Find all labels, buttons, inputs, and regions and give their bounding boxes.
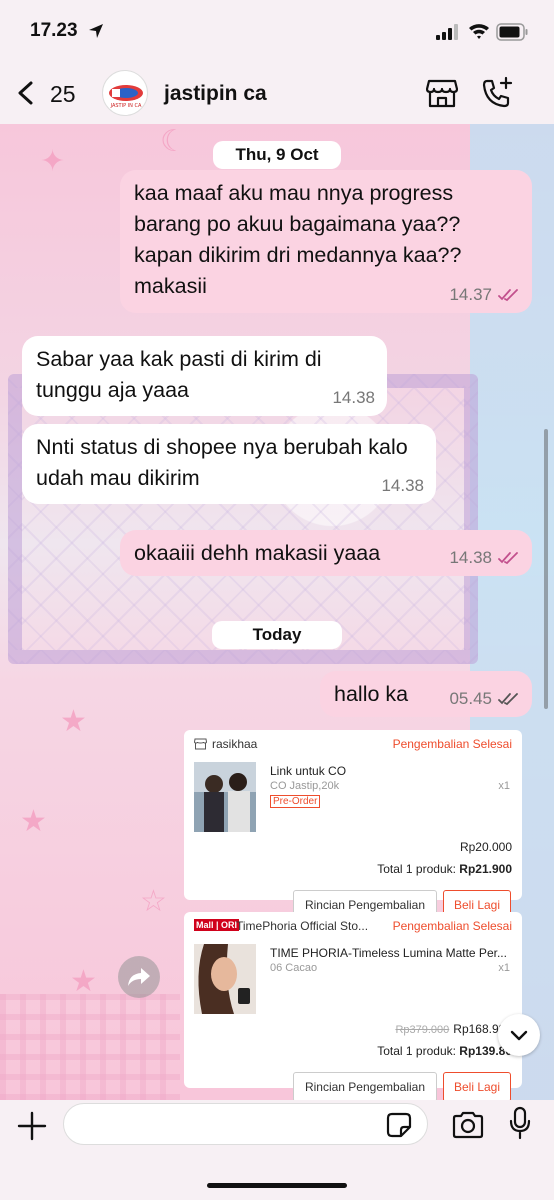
- order-card[interactable]: rasikhaa Pengembalian Selesai Link untuk…: [184, 730, 522, 920]
- read-ticks-icon: [498, 289, 518, 302]
- shop-icon[interactable]: [426, 78, 458, 108]
- product-variant: CO Jastip,20k: [270, 780, 340, 792]
- product-name: Link untuk CO: [270, 764, 347, 778]
- avatar-logo-icon: JASTIP IN CA: [109, 85, 143, 109]
- scrollbar[interactable]: [544, 429, 548, 709]
- home-indicator: [207, 1183, 347, 1188]
- wallpaper-plaid: [0, 994, 180, 1100]
- composer-bar: [0, 1100, 554, 1200]
- product-quantity: x1: [498, 962, 510, 974]
- microphone-icon[interactable]: [508, 1106, 532, 1140]
- date-separator: Thu, 9 Oct: [213, 141, 341, 169]
- order-status: Pengembalian Selesai: [392, 737, 512, 751]
- moon-decoration: ☾: [160, 125, 187, 158]
- product-thumbnail[interactable]: [194, 944, 256, 1014]
- status-bar: 17.23: [0, 0, 554, 62]
- chat-header: 25 JASTIP IN CA jastipin ca: [0, 62, 554, 124]
- total-label: Total 1 produk:: [377, 1044, 456, 1058]
- contact-name[interactable]: jastipin ca: [164, 82, 267, 106]
- plus-icon[interactable]: [16, 1110, 48, 1142]
- battery-icon: [496, 23, 528, 41]
- message-bubble-outgoing[interactable]: hallo ka 05.45: [320, 671, 532, 717]
- order-card[interactable]: Mall | ORI TimePhoria Official Sto... Pe…: [184, 912, 522, 1100]
- preorder-badge: Pre-Order: [270, 795, 321, 808]
- forward-arrow-icon: [128, 968, 150, 986]
- read-ticks-icon: [498, 552, 518, 565]
- product-thumbnail[interactable]: [194, 762, 256, 832]
- original-price: Rp379.000: [395, 1024, 450, 1036]
- store-name[interactable]: TimePhoria Official Sto...: [236, 919, 386, 933]
- product-name: TIME PHORIA-Timeless Lumina Matte Per...: [270, 946, 507, 960]
- message-time: 14.37: [449, 285, 492, 304]
- date-separator: Today: [212, 621, 342, 649]
- buy-again-button[interactable]: Beli Lagi: [443, 1072, 511, 1100]
- message-bubble-incoming[interactable]: Sabar yaa kak pasti di kirim di tunggu a…: [22, 336, 387, 416]
- avatar-logo-text: JASTIP IN CA: [110, 103, 142, 109]
- store-name[interactable]: rasikhaa: [212, 737, 257, 751]
- order-status: Pengembalian Selesai: [392, 919, 512, 933]
- product-quantity: x1: [498, 780, 510, 792]
- star-decoration: ★: [60, 705, 87, 738]
- message-time: 14.38: [381, 476, 424, 495]
- chevron-down-icon: [510, 1030, 528, 1041]
- forward-button[interactable]: [118, 956, 160, 998]
- product-variant: 06 Cacao: [270, 962, 318, 974]
- back-chevron-icon[interactable]: [14, 80, 38, 106]
- message-bubble-outgoing[interactable]: okaaiii dehh makasii yaaa 14.38: [120, 530, 532, 576]
- unread-count[interactable]: 25: [50, 81, 76, 108]
- star-decoration: ☆: [140, 885, 167, 918]
- message-bubble-outgoing[interactable]: kaa maaf aku mau nnya progress barang po…: [120, 170, 532, 313]
- mall-badge: Mall | ORI: [194, 919, 240, 931]
- clock: 17.23: [30, 20, 78, 41]
- message-bubble-incoming[interactable]: Nnti status di shopee nya berubah kalo u…: [22, 424, 436, 504]
- sticker-icon[interactable]: [386, 1112, 412, 1138]
- cell-signal-icon: [436, 24, 458, 40]
- delivered-ticks-icon: [498, 693, 518, 706]
- message-text: Nnti status di shopee nya berubah kalo u…: [36, 435, 408, 490]
- total-label: Total 1 produk:: [377, 862, 456, 876]
- camera-icon[interactable]: [451, 1110, 485, 1140]
- chat-area[interactable]: ☾ ✦ ☾ ✦ ★ ★ ☆ ★ Thu, 9 Oct kaa maaf aku …: [0, 124, 554, 1100]
- store-icon: [194, 738, 207, 750]
- message-text: Sabar yaa kak pasti di kirim di tunggu a…: [36, 347, 322, 402]
- star-decoration: ★: [20, 805, 47, 838]
- contact-avatar[interactable]: JASTIP IN CA: [102, 70, 148, 116]
- star-decoration: ✦: [40, 145, 66, 178]
- star-decoration: ★: [70, 965, 97, 998]
- message-input[interactable]: [63, 1103, 428, 1145]
- message-text: kaa maaf aku mau nnya progress barang po…: [134, 181, 462, 298]
- message-time: 14.38: [332, 388, 375, 407]
- product-price: Rp20.000: [459, 840, 512, 854]
- return-details-button[interactable]: Rincian Pengembalian: [293, 1072, 437, 1100]
- scroll-to-bottom-button[interactable]: [498, 1014, 540, 1056]
- message-time: 05.45: [449, 689, 492, 708]
- location-arrow-icon: [89, 24, 103, 38]
- add-call-icon[interactable]: [480, 76, 514, 110]
- total-value: Rp21.900: [459, 862, 512, 876]
- wifi-icon: [469, 24, 489, 39]
- message-time: 14.38: [449, 548, 492, 567]
